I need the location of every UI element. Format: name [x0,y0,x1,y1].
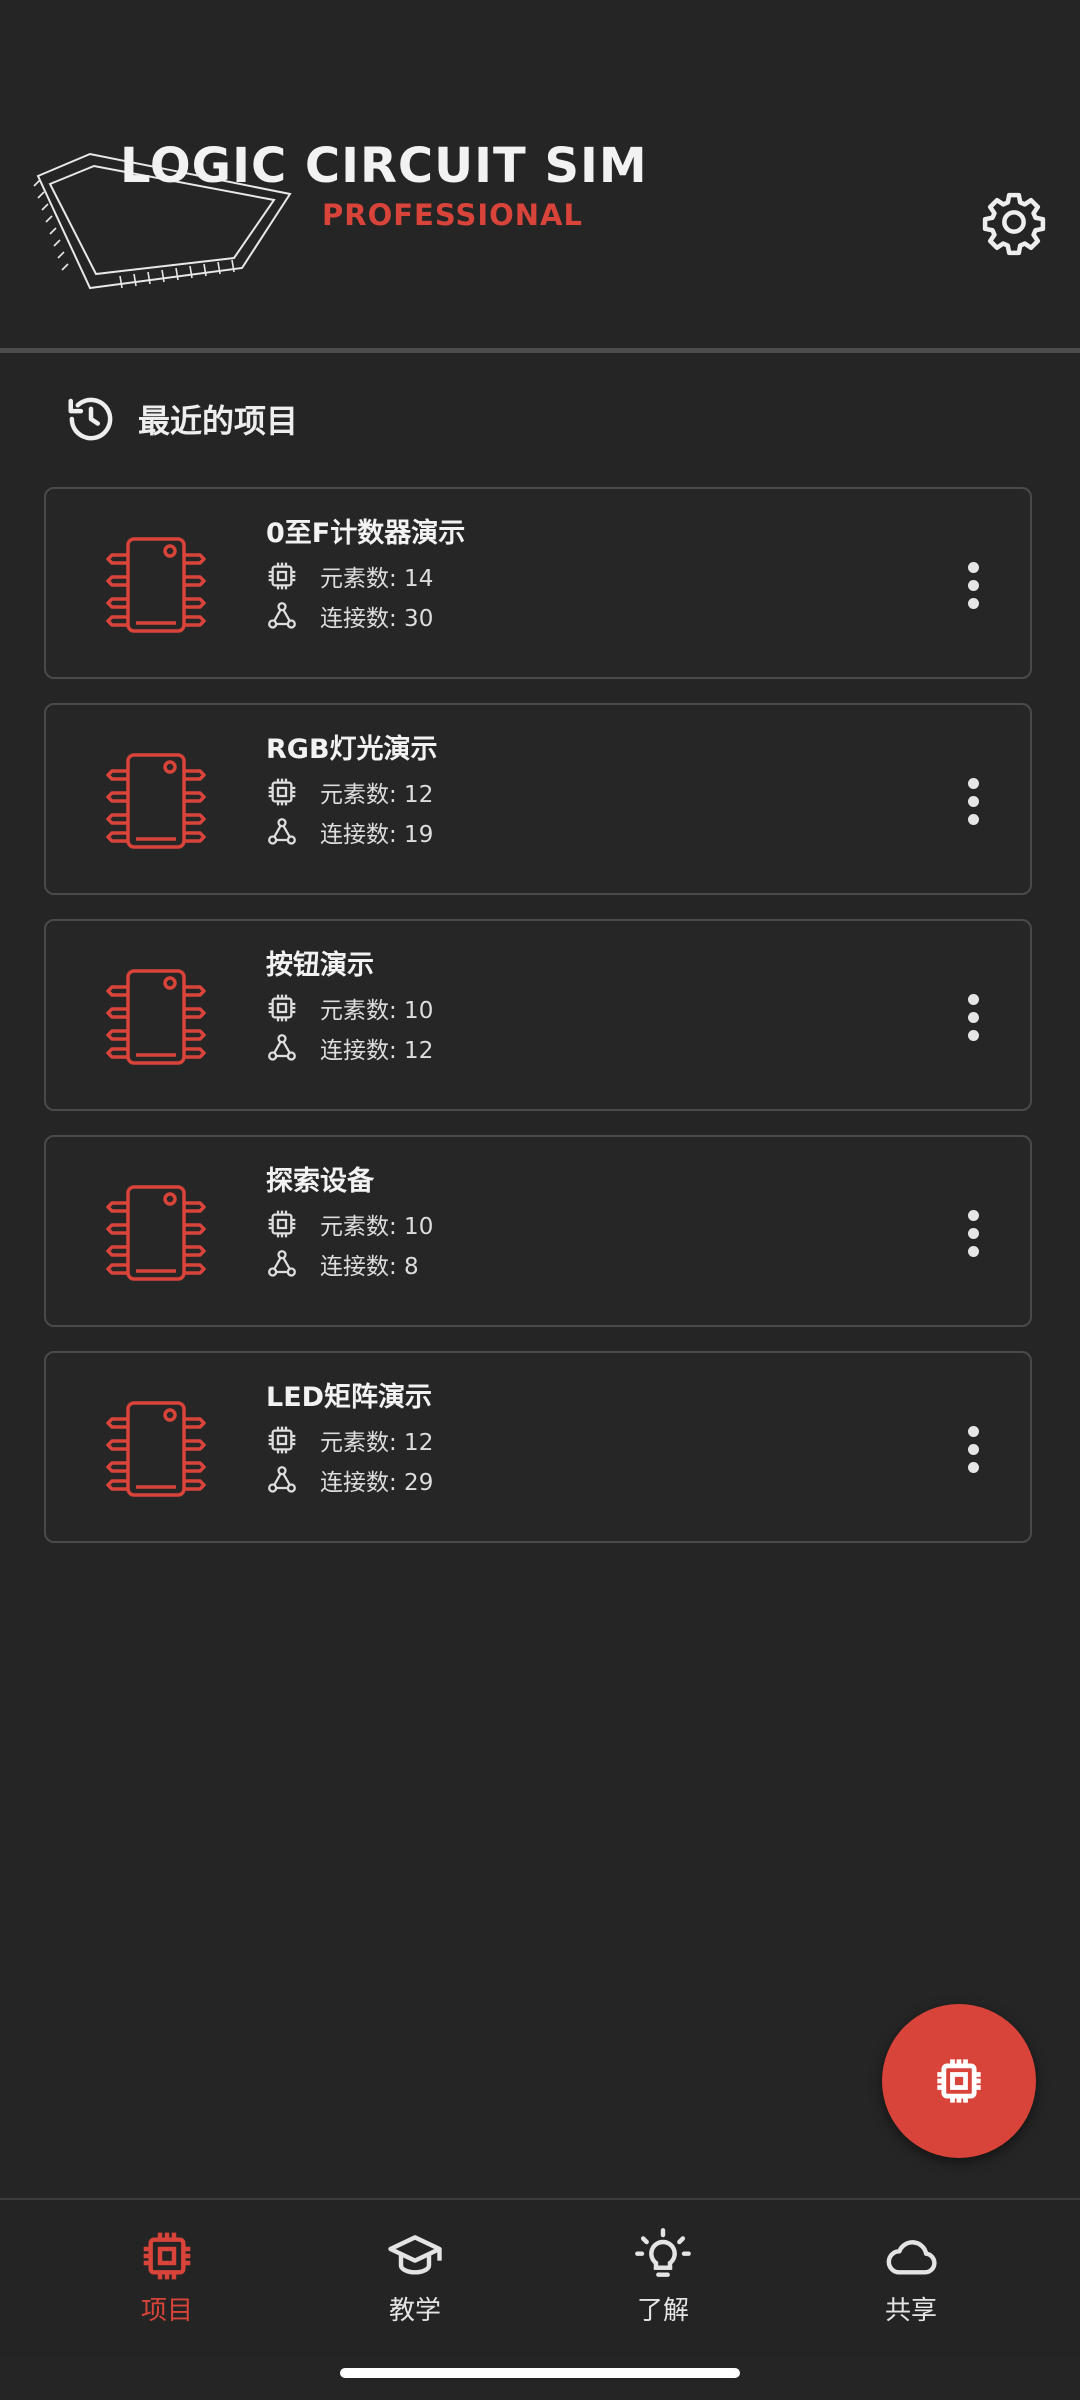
element-count-row: 元素数: 12 [266,775,433,809]
element-count: 元素数: 10 [320,998,434,1024]
element-count-row: 元素数: 12 [266,1423,433,1457]
element-count: 元素数: 14 [320,566,434,592]
connection-count: 连接数: 8 [320,1254,419,1280]
project-card[interactable]: RGB灯光演示 元素数: 12 连接数: 19 [44,703,1032,895]
element-count: 元素数: 12 [320,782,434,808]
dot [967,579,979,591]
project-name: 探索设备 [266,1166,374,1197]
recent-projects-heading: 最近的项目 [64,392,298,446]
nav-item-projects[interactable]: 项目 [67,2228,267,2327]
processor-icon [268,994,296,1022]
dot [967,1029,979,1041]
project-card[interactable]: LED矩阵演示 元素数: 12 连接数: 29 [44,1351,1032,1543]
gear-icon [982,192,1046,256]
more-options-button[interactable] [946,1417,1000,1481]
chip-icon [143,2232,191,2280]
connection-nodes-icon [268,1250,296,1277]
project-name: 0至F计数器演示 [266,518,466,549]
processor-icon [268,1210,296,1238]
app-header: LOGIC CIRCUIT SIM PROFESSIONAL [0,0,1080,350]
graduation-cap-icon [388,2235,442,2275]
element-count-row: 元素数: 10 [266,991,433,1025]
project-list: 0至F计数器演示 元素数: 14 连接数: 30 RGB灯光演示 元素数: 12 [44,487,1036,1567]
dot [967,1461,979,1473]
app-title: LOGIC CIRCUIT SIM [120,138,648,194]
connection-count-row: 连接数: 30 [266,599,433,633]
project-card[interactable]: 按钮演示 元素数: 10 连接数: 12 [44,919,1032,1111]
cloud-icon [886,2240,937,2275]
processor-icon [268,562,296,590]
connection-nodes-icon [268,1034,296,1061]
more-options-button[interactable] [946,769,1000,833]
project-name: RGB灯光演示 [266,734,438,765]
element-count-row: 元素数: 10 [266,1207,433,1241]
nav-label: 教学 [388,2296,441,2326]
connection-count-row: 连接数: 12 [266,1031,433,1065]
app-subtitle: PROFESSIONAL [322,198,583,232]
dot [967,1425,979,1437]
connection-count: 连接数: 12 [320,1038,434,1064]
dot [967,1227,979,1239]
project-name: 按钮演示 [266,950,374,981]
dot [967,813,979,825]
connection-count-row: 连接数: 19 [266,815,433,849]
connection-nodes-icon [268,602,296,629]
dot [967,1209,979,1221]
connection-count: 连接数: 30 [320,606,434,632]
connection-count: 连接数: 19 [320,822,434,848]
ic-chip-icon [106,537,206,633]
history-icon [68,397,113,441]
processor-icon [268,778,296,806]
element-count-row: 元素数: 14 [266,559,433,593]
ic-chip-icon [106,969,206,1065]
nav-item-teaching[interactable]: 教学 [315,2228,515,2327]
dot [967,795,979,807]
new-project-fab[interactable] [882,2004,1036,2158]
settings-button[interactable] [978,186,1050,258]
nav-label: 了解 [636,2296,689,2326]
connection-nodes-icon [268,818,296,845]
nav-label: 项目 [140,2296,193,2326]
dot [967,597,979,609]
connection-count: 连接数: 29 [320,1470,434,1496]
nav-item-learn[interactable]: 了解 [563,2228,763,2327]
nav-item-share[interactable]: 共享 [811,2228,1011,2327]
connection-count-row: 连接数: 8 [266,1247,419,1281]
section-title: 最近的项目 [138,402,299,440]
element-count: 元素数: 10 [320,1214,434,1240]
more-options-button[interactable] [946,985,1000,1049]
dot [967,777,979,789]
header-divider [0,348,1080,353]
more-options-button[interactable] [946,553,1000,617]
dot [967,561,979,573]
element-count: 元素数: 12 [320,1430,434,1456]
home-indicator[interactable] [340,2368,740,2378]
project-card[interactable]: 0至F计数器演示 元素数: 14 连接数: 30 [44,487,1032,679]
project-card[interactable]: 探索设备 元素数: 10 连接数: 8 [44,1135,1032,1327]
connection-nodes-icon [268,1466,296,1493]
dot [967,1443,979,1455]
nav-label: 共享 [884,2296,937,2326]
bottom-navigation: 项目 教学 了解 共享 [0,2198,1080,2356]
ic-chip-icon [106,1401,206,1497]
processor-icon [268,1426,296,1454]
more-options-button[interactable] [946,1201,1000,1265]
connection-count-row: 连接数: 29 [266,1463,433,1497]
ic-chip-icon [106,753,206,849]
dot [967,1011,979,1023]
ic-chip-icon [106,1185,206,1281]
project-name: LED矩阵演示 [266,1382,433,1413]
dot [967,993,979,1005]
dot [967,1245,979,1257]
chip-icon [937,2059,981,2103]
lightbulb-icon [635,2228,691,2277]
